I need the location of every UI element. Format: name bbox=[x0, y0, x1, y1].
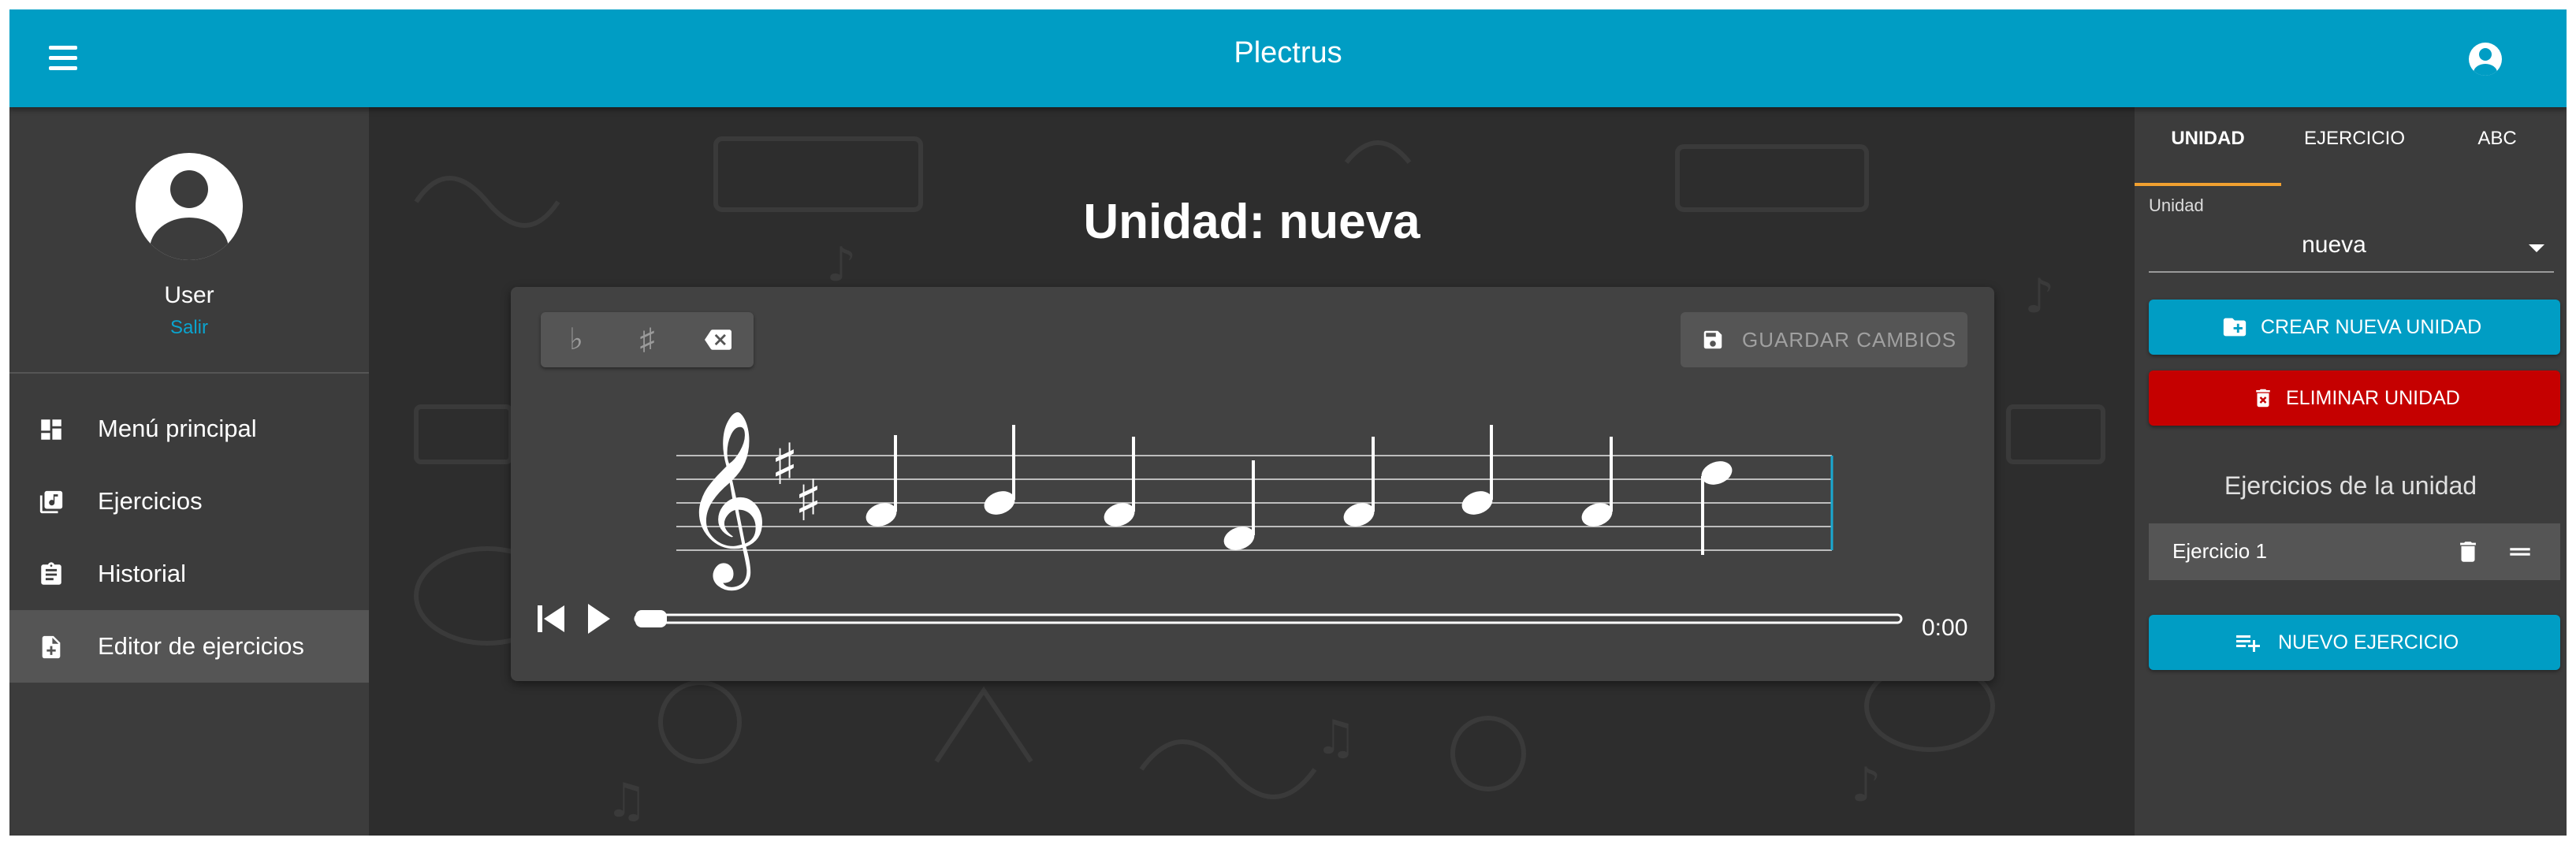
svg-text:♫: ♫ bbox=[605, 773, 648, 828]
new-exercise-button[interactable]: NUEVO EJERCICIO bbox=[2149, 615, 2560, 670]
account-circle-icon[interactable] bbox=[2469, 43, 2502, 76]
sidebar-item-label: Ejercicios bbox=[98, 487, 203, 515]
delete-forever-icon bbox=[2256, 389, 2270, 408]
note[interactable] bbox=[1100, 437, 1137, 530]
main-content: ♪ ♫ ♪ ♫ ♪ Unidad: nueva ♭ ♯ GUARDAR CAMB… bbox=[369, 107, 2135, 836]
drag-handle-icon[interactable] bbox=[2505, 537, 2535, 567]
delete-unit-label: ELIMINAR UNIDAD bbox=[2286, 387, 2460, 409]
tab-unidad[interactable]: UNIDAD bbox=[2135, 128, 2281, 175]
page-title: Unidad: nueva bbox=[1083, 195, 1420, 249]
delete-unit-button[interactable]: ELIMINAR UNIDAD bbox=[2149, 370, 2560, 426]
sidebar-item-historial[interactable]: Historial bbox=[9, 538, 369, 610]
list-item[interactable]: Ejercicio 1 bbox=[2149, 523, 2560, 580]
new-exercise-label: NUEVO EJERCICIO bbox=[2278, 631, 2459, 653]
progress-track[interactable] bbox=[634, 613, 1903, 624]
sidebar-item-label: Historial bbox=[98, 560, 186, 587]
navigation-drawer: User Salir Menú principal Ejercicios His… bbox=[9, 107, 369, 836]
tab-ejercicio[interactable]: EJERCICIO bbox=[2281, 128, 2428, 175]
create-unit-button[interactable]: CREAR NUEVA UNIDAD bbox=[2149, 300, 2560, 355]
play-icon[interactable] bbox=[588, 604, 610, 634]
app-window: Plectrus User Salir Menú principal Ejerc… bbox=[9, 9, 2567, 836]
right-panel: UNIDAD EJERCICIO ABC Unidad nueva CREAR … bbox=[2135, 107, 2567, 836]
assignment-icon bbox=[41, 562, 61, 585]
score-editor-card: ♭ ♯ GUARDAR CAMBIOS 𝄞 ♯ ♯ 0:00 bbox=[511, 287, 1994, 681]
note-add-icon bbox=[42, 635, 61, 659]
sidebar-item-menu-principal[interactable]: Menú principal bbox=[9, 393, 369, 465]
note[interactable] bbox=[981, 425, 1018, 519]
top-app-bar: Plectrus bbox=[9, 9, 2567, 107]
key-signature-sharp: ♯ bbox=[795, 467, 822, 534]
chevron-down-icon bbox=[2529, 244, 2544, 252]
exercise-name: Ejercicio 1 bbox=[2172, 539, 2267, 563]
playback-time: 0:00 bbox=[1922, 615, 1968, 641]
tab-indicator bbox=[2135, 183, 2281, 186]
svg-text:♪: ♪ bbox=[2024, 269, 2054, 324]
note[interactable] bbox=[1340, 437, 1377, 530]
svg-text:♪: ♪ bbox=[1851, 758, 1881, 813]
create-new-folder-icon bbox=[2223, 318, 2247, 337]
delete-icon[interactable] bbox=[2455, 538, 2481, 565]
music-staff[interactable]: 𝄞 ♯ ♯ bbox=[511, 287, 1994, 681]
svg-text:♫: ♫ bbox=[1315, 710, 1357, 765]
exercises-section-title: Ejercicios de la unidad bbox=[2224, 471, 2477, 500]
sidebar-item-editor-de-ejercicios[interactable]: Editor de ejercicios bbox=[9, 610, 369, 683]
logout-link[interactable]: Salir bbox=[9, 317, 369, 339]
progress-thumb[interactable] bbox=[635, 610, 667, 627]
playlist-add-icon bbox=[2236, 635, 2260, 652]
sidebar-item-ejercicios[interactable]: Ejercicios bbox=[9, 465, 369, 538]
library-music-icon bbox=[39, 490, 63, 514]
note[interactable] bbox=[1578, 437, 1615, 530]
treble-clef: 𝄞 bbox=[681, 408, 769, 590]
note[interactable] bbox=[862, 435, 899, 530]
user-avatar-icon bbox=[136, 153, 243, 260]
tab-abc[interactable]: ABC bbox=[2428, 128, 2567, 175]
note[interactable] bbox=[1458, 425, 1495, 519]
unit-select-value: nueva bbox=[2302, 232, 2366, 258]
app-title: Plectrus bbox=[1234, 36, 1342, 69]
note[interactable] bbox=[1220, 460, 1257, 554]
sidebar-item-label: Editor de ejercicios bbox=[98, 632, 304, 660]
unit-field-label: Unidad bbox=[2149, 195, 2204, 215]
skip-previous-icon[interactable] bbox=[538, 605, 564, 632]
create-unit-label: CREAR NUEVA UNIDAD bbox=[2261, 316, 2482, 338]
dashboard-icon bbox=[41, 419, 61, 440]
sidebar-divider bbox=[9, 372, 369, 374]
user-name: User bbox=[164, 282, 214, 308]
note[interactable] bbox=[1698, 457, 1735, 555]
sidebar-item-label: Menú principal bbox=[98, 415, 257, 442]
unit-select[interactable]: nueva bbox=[2149, 224, 2554, 273]
